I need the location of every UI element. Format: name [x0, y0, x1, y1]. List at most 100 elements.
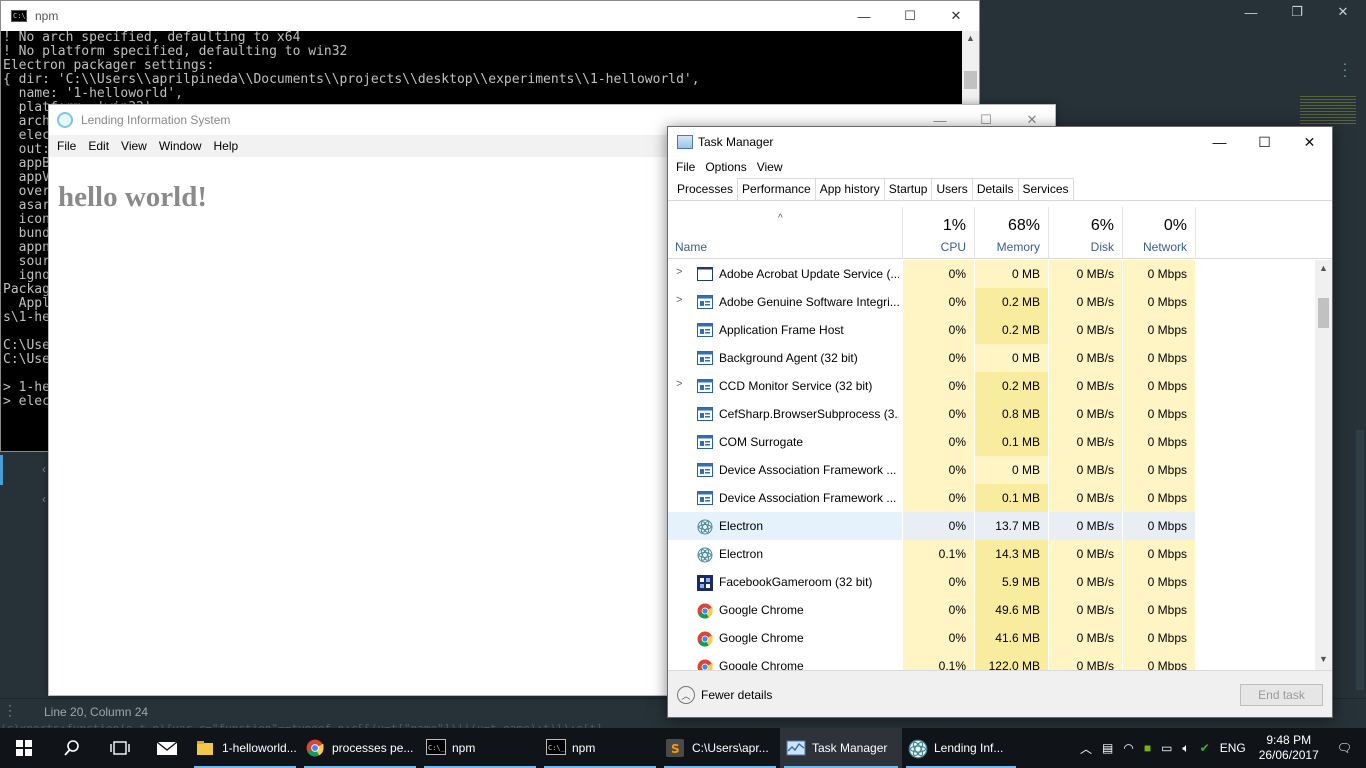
taskbar-app[interactable]: C:\_ npm [420, 728, 540, 768]
taskbar-app[interactable]: Task Manager [780, 728, 902, 768]
minimize-icon[interactable]: — [1197, 127, 1242, 157]
process-list-scrollbar[interactable]: ▲ ▼ [1315, 260, 1332, 670]
process-row[interactable]: Application Frame Host 0% 0.2 MB 0 MB/s 0 Mb… [668, 316, 1316, 344]
process-name-cell[interactable]: Google Chrome [668, 596, 902, 624]
process-name-cell[interactable]: Electron [668, 540, 902, 568]
close-icon[interactable]: ✕ [1287, 127, 1332, 157]
taskbar-app[interactable]: 1-helloworld... [190, 728, 300, 768]
chevron-right-icon[interactable]: > [676, 378, 682, 390]
taskbar-app[interactable]: S C:\Users\apr... [660, 728, 780, 768]
column-header-network[interactable]: 0% Network [1123, 207, 1196, 259]
cursor-position[interactable]: Line 20, Column 24 [44, 705, 148, 719]
process-name-cell[interactable]: Google Chrome [668, 652, 902, 670]
minimize-icon[interactable]: — [1228, 0, 1274, 24]
process-row[interactable]: > CCD Monitor Service (32 bit) 0% 0.2 MB 0 M… [668, 372, 1316, 400]
task-manager-titlebar[interactable]: Task Manager — ☐ ✕ [668, 127, 1332, 157]
process-row[interactable]: CefSharp.BrowserSubprocess (3... 0% 0.8 MB… [668, 400, 1316, 428]
menu-file[interactable]: File [671, 160, 700, 174]
process-name-cell[interactable]: > Adobe Acrobat Update Service (... [668, 260, 902, 288]
menu-options[interactable]: Options [700, 160, 751, 174]
scroll-up-icon[interactable]: ▲ [962, 33, 979, 43]
chevron-up-icon[interactable]: ︿ [1075, 740, 1097, 757]
process-name-cell[interactable]: Device Association Framework ... [668, 456, 902, 484]
editor-scrollbar[interactable] [1356, 430, 1364, 690]
process-name-cell[interactable]: Electron [668, 512, 902, 540]
process-row[interactable]: > Adobe Genuine Software Integri... 0% 0.2 … [668, 288, 1316, 316]
process-row[interactable]: > Adobe Acrobat Update Service (... 0% 0 MB… [668, 260, 1316, 288]
process-name-cell[interactable]: COM Surrogate [668, 428, 902, 456]
minimize-icon[interactable]: — [841, 1, 887, 31]
process-name-cell[interactable]: Device Association Framework ... [668, 484, 902, 512]
close-icon[interactable]: ✕ [1320, 0, 1366, 24]
process-name-cell[interactable]: CefSharp.BrowserSubprocess (3... [668, 400, 902, 428]
task-view-button[interactable] [96, 728, 144, 768]
menu-file[interactable]: File [51, 139, 82, 153]
process-name-cell[interactable]: > Adobe Genuine Software Integri... [668, 288, 902, 316]
process-row[interactable]: Electron 0% 13.7 MB 0 MB/s 0 Mbps [668, 512, 1316, 540]
process-row[interactable]: Google Chrome 0.1% 122.0 MB 0 MB/s 0 Mbps [668, 652, 1316, 670]
menu-view[interactable]: View [115, 139, 153, 153]
fold-arrow-icon[interactable]: ‹ [42, 492, 46, 506]
fold-arrow-icon[interactable]: ‹ [42, 462, 46, 476]
editor-minimap[interactable] [1300, 96, 1356, 126]
task-manager-window[interactable]: Task Manager — ☐ ✕ File Options View Pro… [667, 126, 1333, 718]
column-header-cpu[interactable]: 1% CPU [903, 207, 975, 259]
process-name-cell[interactable]: Background Agent (32 bit) [668, 344, 902, 372]
tab-details[interactable]: Details [971, 178, 1019, 200]
scroll-up-icon[interactable]: ▲ [1315, 263, 1332, 273]
process-row[interactable]: Background Agent (32 bit) 0% 0 MB 0 MB/s 0 M… [668, 344, 1316, 372]
start-button[interactable] [0, 728, 48, 768]
taskbar-app[interactable]: processes pe... [300, 728, 420, 768]
chevron-right-icon[interactable]: > [676, 294, 682, 306]
menu-edit[interactable]: Edit [82, 139, 115, 153]
chevron-right-icon[interactable]: > [676, 266, 682, 278]
mail-button[interactable] [144, 728, 190, 768]
menu-window[interactable]: Window [153, 139, 208, 153]
network-adapter-icon[interactable]: ▤ [1097, 741, 1118, 755]
taskbar-app[interactable]: C:\_ npm [540, 728, 660, 768]
process-row[interactable]: Device Association Framework ... 0% 0 MB 0 … [668, 456, 1316, 484]
tab-performance[interactable]: Performance [737, 178, 816, 200]
column-header-memory[interactable]: 68% Memory [975, 207, 1049, 259]
process-row[interactable]: FacebookGameroom (32 bit) 0% 5.9 MB 0 MB/s 0… [668, 568, 1316, 596]
column-header-name[interactable]: ^ Name [668, 207, 903, 259]
process-row[interactable]: Device Association Framework ... 0% 0.1 MB… [668, 484, 1316, 512]
defender-icon[interactable]: ✔ [1195, 741, 1215, 755]
process-row[interactable]: Electron 0.1% 14.3 MB 0 MB/s 0 Mbps [668, 540, 1316, 568]
wifi-icon[interactable]: ◠ [1118, 741, 1138, 755]
end-task-button[interactable]: End task [1240, 684, 1323, 706]
search-button[interactable] [48, 728, 96, 768]
action-center-icon[interactable]: 🗨︎ [1327, 741, 1366, 755]
tab-users[interactable]: Users [931, 178, 973, 200]
taskbar-app[interactable]: Lending Inf... [902, 728, 1020, 768]
process-name-cell[interactable]: FacebookGameroom (32 bit) [668, 568, 902, 596]
process-name-cell[interactable]: Application Frame Host [668, 316, 902, 344]
volume-icon[interactable]: 🔈︎ [1177, 741, 1194, 756]
close-icon[interactable]: ✕ [933, 1, 979, 31]
scrollbar-thumb[interactable] [964, 71, 977, 89]
maximize-icon[interactable]: ☐ [887, 1, 933, 31]
process-row[interactable]: COM Surrogate 0% 0.1 MB 0 MB/s 0 Mbps [668, 428, 1316, 456]
restore-icon[interactable]: ❐ [1274, 0, 1320, 24]
scrollbar-thumb[interactable] [1318, 298, 1329, 328]
nvidia-icon[interactable]: ■ [1139, 741, 1156, 755]
process-row[interactable]: Google Chrome 0% 49.6 MB 0 MB/s 0 Mbps [668, 596, 1316, 624]
process-row[interactable]: Google Chrome 0% 41.6 MB 0 MB/s 0 Mbps [668, 624, 1316, 652]
menu-help[interactable]: Help [208, 139, 245, 153]
menu-view[interactable]: View [752, 160, 788, 174]
tab-processes[interactable]: Processes [672, 178, 739, 200]
process-name-cell[interactable]: > CCD Monitor Service (32 bit) [668, 372, 902, 400]
tab-services[interactable]: Services [1017, 178, 1074, 200]
tab-app-history[interactable]: App history [814, 178, 885, 200]
process-name-cell[interactable]: Google Chrome [668, 624, 902, 652]
tab-startup[interactable]: Startup [883, 178, 933, 200]
more-vertical-icon[interactable]: · · · [8, 699, 14, 721]
fewer-details-button[interactable]: ︿ Fewer details [677, 686, 772, 704]
more-vertical-icon[interactable]: · · · [1340, 56, 1350, 82]
maximize-icon[interactable]: ☐ [1242, 127, 1287, 157]
scroll-down-icon[interactable]: ▼ [1315, 654, 1332, 664]
column-header-disk[interactable]: 6% Disk [1049, 207, 1123, 259]
npm-titlebar[interactable]: C:\ npm — ☐ ✕ [1, 1, 979, 31]
battery-icon[interactable]: ▭ [1156, 741, 1177, 755]
language-indicator[interactable]: ENG [1215, 741, 1251, 755]
